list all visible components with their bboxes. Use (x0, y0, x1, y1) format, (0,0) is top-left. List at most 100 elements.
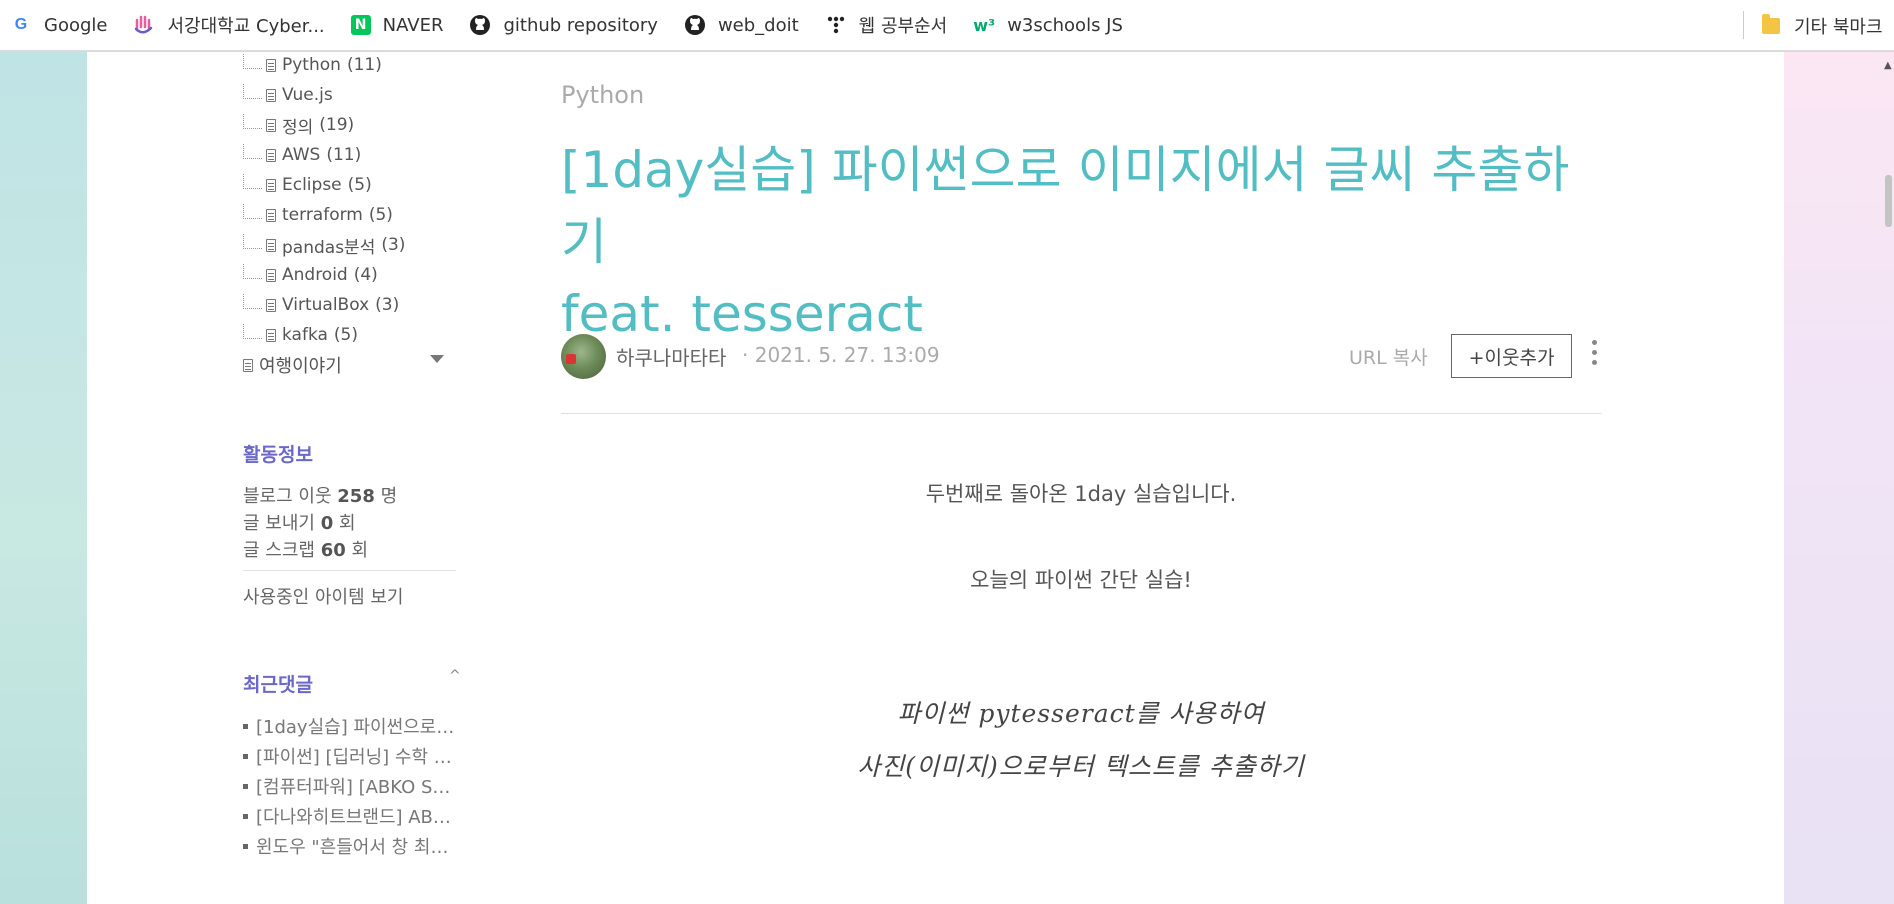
other-bookmarks[interactable]: 기타 북마크 (1762, 0, 1883, 51)
category-name: pandas분석 (282, 237, 376, 258)
url-copy-button[interactable]: URL 복사 (1349, 343, 1428, 370)
bookmarks-bar: G Google 서강대학교 Cyber... N NAVER github r… (0, 0, 1894, 51)
bookmark-w3schools-js[interactable]: w³ w3schools JS (973, 14, 1123, 36)
collapse-caret-icon[interactable]: ^ (449, 668, 461, 684)
sidebar-divider (243, 570, 456, 571)
category-item-aws[interactable]: AWS (11) (243, 143, 362, 166)
bookmark-github-repository[interactable]: github repository (469, 14, 658, 36)
document-icon (266, 178, 276, 192)
bookmark-label: 서강대학교 Cyber... (167, 16, 325, 37)
bullet-icon (243, 753, 248, 759)
document-icon (266, 58, 276, 72)
bullet-icon (243, 813, 248, 819)
category-item-terraform[interactable]: terraform (5) (243, 203, 393, 226)
post-title: [1day실습] 파이썬으로 이미지에서 글씨 추출하기 feat. tesse… (561, 134, 1611, 350)
bookmark-label: NAVER (382, 14, 444, 36)
category-count: (19) (319, 115, 355, 135)
stat-label: 글 보내기 (243, 513, 315, 534)
recent-comment-item[interactable]: [1day실습] 파이썬으로 이미지에서 글씨 추출하기 (243, 713, 458, 739)
recent-comment-item[interactable]: [컴퓨터파워] [ABKO SUITMASTER] (243, 773, 458, 799)
tree-line (243, 113, 262, 129)
github-icon (684, 14, 706, 36)
category-item-virtualbox[interactable]: VirtualBox (3) (243, 293, 400, 316)
category-count: (5) (368, 205, 393, 225)
bookmark-google[interactable]: G Google (10, 14, 108, 36)
category-count: (11) (346, 55, 382, 75)
document-icon (266, 328, 276, 342)
recent-comment-item[interactable]: [다나와히트브랜드] ABKO 후기 (243, 803, 458, 829)
category-name: terraform (282, 205, 363, 225)
stat-value: 0 (320, 513, 334, 534)
recent-comment-item[interactable]: 윈도우 "흔들어서 창 최소화" 끄기 (243, 833, 458, 859)
category-name: Python (282, 55, 341, 75)
expand-arrow-icon[interactable] (430, 355, 444, 363)
stat-unit: 명 (380, 486, 398, 507)
dots-logo-icon (825, 14, 847, 36)
category-count: (11) (326, 145, 362, 165)
category-name: Vue.js (282, 85, 333, 105)
scroll-thumb[interactable] (1885, 175, 1892, 227)
bullet-icon (243, 783, 248, 789)
bookmark-web-study-order[interactable]: 웹 공부순서 (825, 12, 948, 38)
category-item-android[interactable]: Android (4) (243, 263, 378, 286)
scrap-count: 글 스크랩 60 회 (243, 536, 368, 562)
document-icon (266, 298, 276, 312)
neighbor-count: 블로그 이웃 258 명 (243, 482, 397, 508)
document-icon (266, 268, 276, 282)
sent-count: 글 보내기 0 회 (243, 509, 356, 535)
bookmark-label: 웹 공부순서 (858, 16, 948, 37)
category-item-definition[interactable]: 정의 (19) (243, 113, 355, 138)
bookmark-label: github repository (503, 14, 658, 36)
comment-text: [1day실습] 파이썬으로 이미지에서 글씨 추출하기 (256, 717, 458, 738)
document-icon (266, 238, 276, 252)
category-item-kafka[interactable]: kafka (5) (243, 323, 358, 346)
handwriting-line-1: 파이썬 pytesseract를 사용하여 (897, 699, 1265, 728)
category-count: (3) (381, 235, 406, 255)
category-item-eclipse[interactable]: Eclipse (5) (243, 173, 372, 196)
post-date: · 2021. 5. 27. 13:09 (742, 343, 940, 367)
stat-value: 258 (337, 486, 375, 507)
category-item-vuejs[interactable]: Vue.js (243, 83, 339, 106)
comment-text: [파이썬] [딥러닝] 수학 기초 (256, 747, 458, 768)
avatar-badge-icon (566, 354, 576, 364)
bookmark-label: web_doit (717, 14, 799, 36)
stat-unit: 회 (351, 540, 369, 561)
category-name: AWS (282, 145, 321, 165)
w3schools-icon: w³ (973, 15, 996, 35)
stat-label: 글 스크랩 (243, 540, 315, 561)
items-in-use-link[interactable]: 사용중인 아이템 보기 (243, 583, 403, 609)
post-author-row: 하쿠나마타타 · 2021. 5. 27. 13:09 URL 복사 +이웃추가 (561, 334, 1601, 380)
github-icon (469, 14, 491, 36)
recent-comments-title: 최근댓글 (243, 674, 313, 696)
bookmarks-separator (1743, 11, 1744, 39)
post-body-line-1: 두번째로 돌아온 1day 실습입니다. (925, 482, 1237, 506)
scroll-up-arrow-icon[interactable]: ▲ (1884, 60, 1892, 71)
post-category-link[interactable]: Python (561, 81, 644, 109)
tree-line (243, 173, 262, 189)
comment-text: 윈도우 "흔들어서 창 최소화" 끄기 (256, 837, 458, 858)
bullet-icon (243, 843, 248, 849)
category-name: Eclipse (282, 175, 342, 195)
tree-line (243, 203, 262, 219)
recent-comment-item[interactable]: [파이썬] [딥러닝] 수학 기초 (243, 743, 458, 769)
category-name: kafka (282, 325, 328, 345)
tree-line (243, 323, 262, 339)
avatar[interactable] (561, 334, 606, 379)
right-background (1784, 52, 1894, 904)
other-bookmarks-label: 기타 북마크 (1794, 16, 1883, 38)
author-name[interactable]: 하쿠나마타타 (616, 342, 726, 371)
post-title-line-1: [1day실습] 파이썬으로 이미지에서 글씨 추출하기 (561, 141, 1570, 271)
category-item-pandas[interactable]: pandas분석 (3) (243, 233, 406, 258)
bookmark-web-doit[interactable]: web_doit (684, 14, 799, 36)
category-name: 여행이야기 (259, 356, 342, 377)
category-name: 정의 (282, 117, 314, 138)
category-item-python[interactable]: Python (11) (243, 53, 382, 76)
comment-text: [다나와히트브랜드] ABKO 후기 (256, 807, 458, 828)
bookmark-sogang-cyber[interactable]: 서강대학교 Cyber... (133, 12, 325, 38)
bookmark-naver[interactable]: N NAVER (350, 14, 444, 36)
category-item-travel[interactable]: 여행이야기 (243, 352, 342, 378)
category-count: (3) (375, 295, 400, 315)
more-options-icon[interactable] (1592, 340, 1598, 372)
add-neighbor-button[interactable]: +이웃추가 (1451, 334, 1572, 378)
stat-unit: 회 (338, 513, 356, 534)
